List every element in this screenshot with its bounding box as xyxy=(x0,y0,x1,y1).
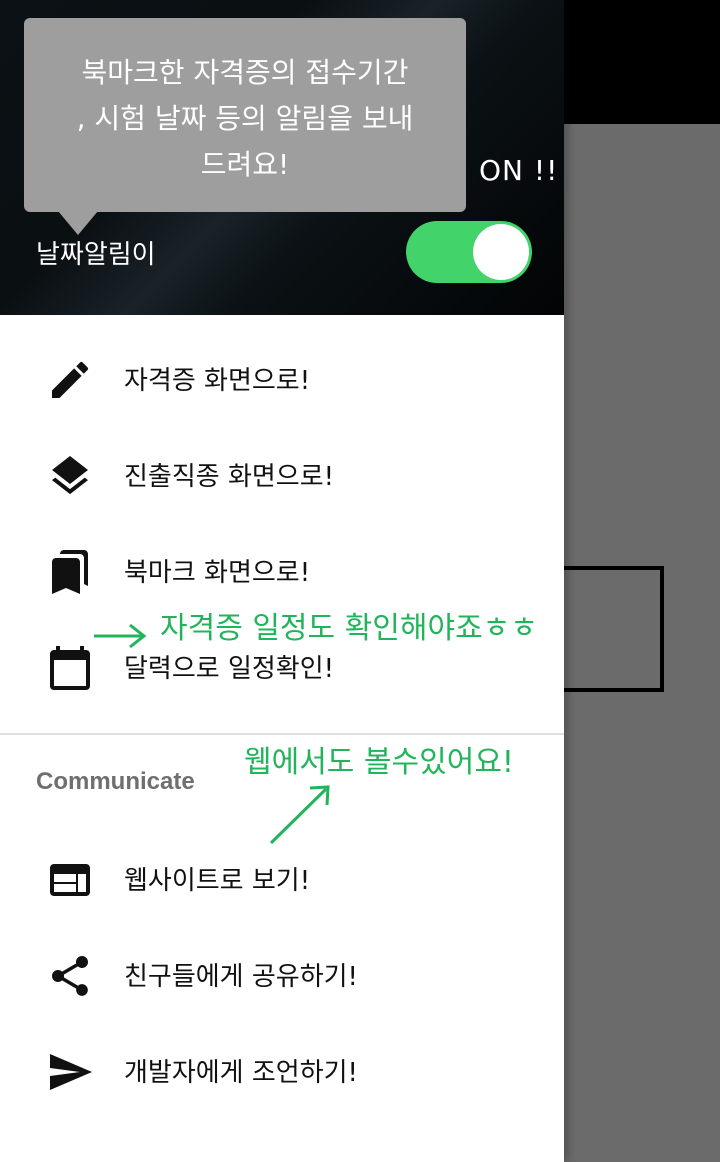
annotation-calendar-note: 자격증 일정도 확인해야죠ㅎㅎ xyxy=(160,611,538,646)
tooltip-line-2: , 시험 날짜 등의 알림을 보내 xyxy=(76,102,414,135)
app-screen: • • • • • • • • • • ON !! 날짜알림이 북마크한 자격증… xyxy=(0,0,720,1162)
section-title-communicate: Communicate xyxy=(36,768,195,795)
menu-divider xyxy=(0,733,564,735)
background-content-box xyxy=(564,566,664,692)
tooltip-line-3: 드려요! xyxy=(200,148,290,181)
annotation-web-note: 웹에서도 볼수있어요! xyxy=(244,745,514,780)
calendar-icon xyxy=(46,644,94,692)
menu-item-label: 웹사이트로 보기! xyxy=(124,866,311,896)
menu-item-share[interactable]: 친구들에게 공유하기! xyxy=(0,928,564,1024)
share-icon xyxy=(46,952,94,1000)
pencil-icon xyxy=(46,356,94,404)
tooltip-pointer xyxy=(58,211,98,235)
date-alarm-label: 날짜알림이 xyxy=(36,240,156,270)
annotation-arrow-up-icon xyxy=(266,782,334,852)
menu-item-feedback[interactable]: 개발자에게 조언하기! xyxy=(0,1024,564,1120)
date-alarm-toggle[interactable] xyxy=(406,221,532,283)
tooltip-line-1: 북마크한 자격증의 접수기간 xyxy=(81,56,409,89)
bookmarks-icon xyxy=(46,548,94,596)
navigation-drawer: • • • • • • • • • • ON !! 날짜알림이 북마크한 자격증… xyxy=(0,0,564,1162)
annotation-arrow-right-icon xyxy=(92,622,148,654)
menu-item-label: 진출직종 화면으로! xyxy=(124,462,335,492)
web-icon xyxy=(46,856,94,904)
header-on-text: ON !! xyxy=(479,154,559,187)
menu-item-label: 개발자에게 조언하기! xyxy=(124,1058,358,1088)
menu-item-label: 친구들에게 공유하기! xyxy=(124,962,358,992)
menu-item-label: 북마크 화면으로! xyxy=(124,558,311,588)
alarm-tooltip: 북마크한 자격증의 접수기간 , 시험 날짜 등의 알림을 보내 드려요! xyxy=(24,18,466,212)
menu-item-careers[interactable]: 진출직종 화면으로! xyxy=(0,428,564,524)
menu-item-label: 달력으로 일정확인! xyxy=(124,654,335,684)
menu-item-certificates[interactable]: 자격증 화면으로! xyxy=(0,332,564,428)
layers-icon xyxy=(46,452,94,500)
toggle-knob[interactable] xyxy=(473,224,529,280)
menu-item-label: 자격증 화면으로! xyxy=(124,366,311,396)
send-icon xyxy=(46,1048,94,1096)
